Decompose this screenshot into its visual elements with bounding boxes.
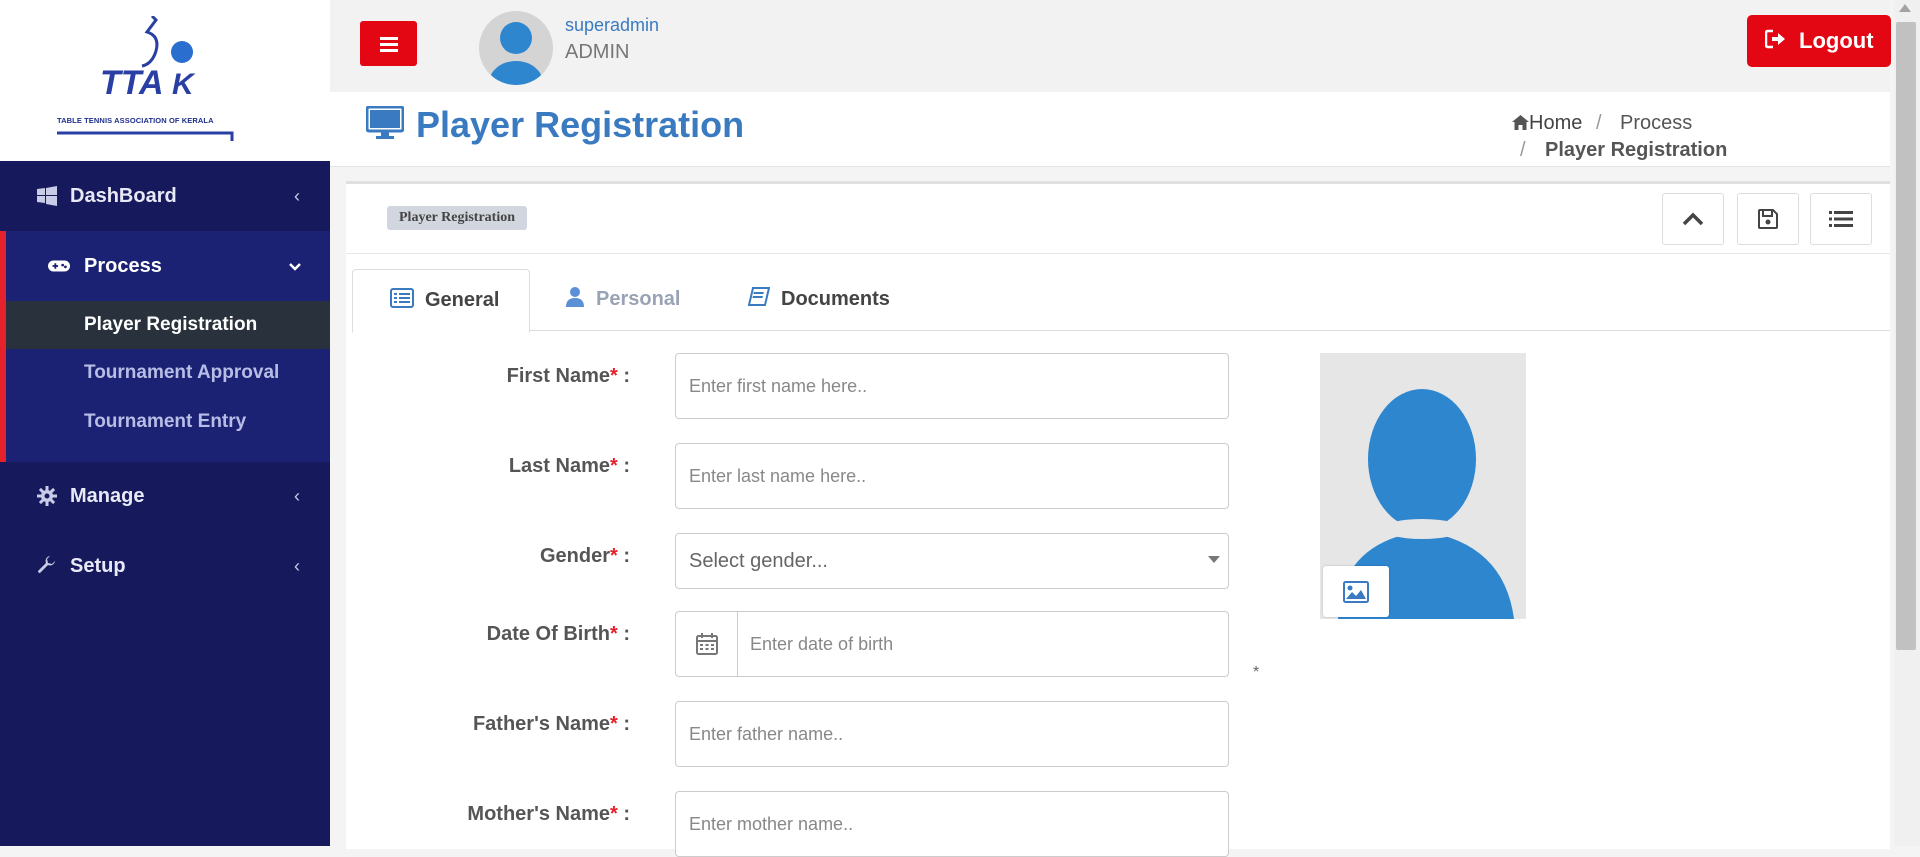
page-title: Player Registration: [416, 104, 745, 145]
book-icon: [748, 287, 770, 306]
user-name[interactable]: superadmin: [565, 15, 659, 36]
svg-text:TTA: TTA: [100, 64, 164, 102]
chevron-left-icon: ‹: [294, 185, 300, 206]
tab-personal[interactable]: Personal: [530, 269, 710, 331]
sidebar-item-setup[interactable]: Setup ‹: [0, 531, 330, 601]
chevron-down-icon: [288, 256, 302, 277]
image-icon: [1343, 580, 1369, 603]
sidebar-item-manage[interactable]: Manage ‹: [0, 461, 330, 531]
last-name-field[interactable]: Enter last name here..: [675, 443, 1229, 509]
menu-toggle-button[interactable]: [360, 21, 417, 66]
ttak-logo-icon: TTA K: [100, 16, 196, 102]
mother-name-placeholder: Enter mother name..: [689, 813, 854, 834]
sidebar-item-label: Setup: [70, 554, 126, 577]
chevron-left-icon: ‹: [294, 485, 300, 506]
list-icon: [1829, 211, 1853, 227]
upload-photo-button[interactable]: [1323, 566, 1389, 617]
user-icon: [566, 287, 584, 307]
logo[interactable]: TTA K TABLE TENNIS ASSOCIATION OF KERALA: [0, 0, 330, 161]
mother-name-label: Mother's Name* :: [467, 803, 630, 825]
scroll-up-icon[interactable]: [1899, 4, 1911, 12]
gear-icon: [36, 485, 58, 507]
photo-required-marker: *: [1253, 664, 1260, 681]
gamepad-icon: [48, 255, 70, 277]
father-name-field[interactable]: Enter father name..: [675, 701, 1229, 767]
gender-select[interactable]: Select gender...: [675, 533, 1229, 589]
first-name-label: First Name* :: [506, 365, 630, 387]
calendar-icon: [695, 633, 718, 655]
home-icon: [1512, 115, 1529, 130]
sidebar-subitem-label: Player Registration: [84, 314, 258, 335]
tab-label: Documents: [781, 288, 890, 310]
hamburger-icon: [379, 36, 398, 52]
sidebar-subitem-player-registration[interactable]: Player Registration: [6, 301, 330, 349]
sidebar-item-label: Process: [84, 254, 162, 277]
first-name-placeholder: Enter first name here..: [689, 375, 868, 396]
sidebar-subitem-tournament-approval[interactable]: Tournament Approval: [6, 349, 330, 397]
breadcrumb-current: Player Registration: [1545, 139, 1728, 161]
dob-placeholder: Enter date of birth: [750, 633, 894, 654]
father-name-label: Father's Name* :: [472, 713, 630, 735]
scrollbar-thumb[interactable]: [1896, 22, 1916, 650]
breadcrumb-process[interactable]: Process: [1620, 112, 1692, 135]
tab-label: Personal: [596, 288, 681, 310]
sidebar-subitem-tournament-entry[interactable]: Tournament Entry: [6, 398, 330, 446]
panel-divider: [346, 253, 1890, 254]
breadcrumb-home-label: Home: [1529, 112, 1583, 134]
gender-label: Gender* :: [539, 545, 630, 567]
father-name-placeholder: Enter father name..: [689, 723, 844, 744]
last-name-placeholder: Enter last name here..: [689, 465, 867, 486]
sidebar-item-label: DashBoard: [70, 184, 177, 207]
floppy-disk-icon: [1758, 209, 1778, 229]
list-view-button[interactable]: [1810, 193, 1872, 245]
breadcrumb-home[interactable]: Home: [1512, 112, 1582, 135]
sidebar-subitem-label: Tournament Approval: [84, 362, 280, 383]
mother-name-field[interactable]: Enter mother name..: [675, 791, 1229, 857]
logout-label: Logout: [1799, 28, 1874, 53]
sidebar-item-process[interactable]: Process: [0, 231, 330, 301]
first-name-field[interactable]: Enter first name here..: [675, 353, 1229, 419]
chevron-left-icon: ‹: [294, 555, 300, 576]
date-addon[interactable]: [676, 612, 738, 676]
sign-out-icon: [1765, 29, 1785, 49]
tab-label: General: [425, 289, 500, 311]
list-alt-icon: [390, 288, 414, 308]
svg-text:K: K: [172, 68, 196, 101]
logo-tagline: TABLE TENNIS ASSOCIATION OF KERALA: [57, 116, 214, 125]
breadcrumb-separator: /: [1520, 139, 1526, 161]
last-name-label: Last Name* :: [508, 455, 630, 477]
dropdown-caret-icon: [1208, 556, 1220, 563]
tab-general[interactable]: General: [352, 269, 530, 333]
monitor-icon: [366, 106, 404, 139]
tab-documents[interactable]: Documents: [712, 269, 912, 331]
sidebar-item-dashboard[interactable]: DashBoard ‹: [0, 161, 330, 231]
user-role: ADMIN: [565, 41, 630, 63]
process-submenu: Player Registration Tournament Approval …: [0, 301, 330, 462]
top-bar: [330, 0, 1890, 92]
wrench-icon: [36, 555, 58, 577]
collapse-button[interactable]: [1662, 193, 1724, 245]
sidebar-subitem-label: Tournament Entry: [84, 411, 247, 432]
avatar[interactable]: [479, 11, 553, 85]
logout-button[interactable]: Logout: [1747, 15, 1891, 67]
logo-underline-icon: [57, 131, 234, 141]
windows-icon: [36, 185, 58, 207]
chevron-up-icon: [1682, 212, 1704, 226]
user-avatar-icon: [489, 22, 543, 85]
dob-label: Date Of Birth* :: [486, 623, 630, 645]
dob-field[interactable]: Enter date of birth: [675, 611, 1229, 677]
breadcrumb-separator: /: [1596, 112, 1602, 134]
gender-placeholder: Select gender...: [689, 549, 828, 572]
panel-badge: Player Registration: [387, 206, 527, 230]
sidebar-item-label: Manage: [70, 484, 145, 507]
save-button[interactable]: [1737, 193, 1799, 245]
